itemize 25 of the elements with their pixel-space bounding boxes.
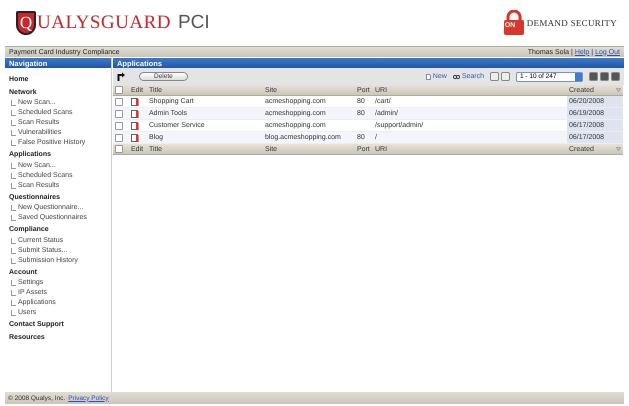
sort-icon	[616, 147, 621, 151]
logo-suffix: PCI	[178, 12, 210, 34]
row-checkbox[interactable]	[115, 98, 123, 106]
logo-shield: Q	[16, 11, 36, 35]
arrow-icon[interactable]	[117, 72, 125, 81]
previous-page-button[interactable]	[501, 72, 510, 81]
row-checkbox[interactable]	[115, 134, 123, 142]
select-all-checkbox[interactable]	[115, 86, 123, 94]
edit-document-icon[interactable]	[131, 110, 139, 118]
first-page-button[interactable]	[490, 72, 499, 81]
edit-document-icon[interactable]	[131, 134, 139, 142]
binoculars-icon	[452, 74, 460, 80]
partner-logo-text: DEMAND SECURITY	[526, 18, 617, 28]
padlock-icon	[502, 10, 525, 36]
logo-text: UALYSGUARD	[37, 12, 171, 34]
edit-document-icon[interactable]	[131, 122, 139, 130]
document-icon	[426, 74, 431, 80]
menu-button[interactable]	[611, 72, 620, 81]
edit-document-icon[interactable]	[131, 98, 139, 106]
select-all-checkbox[interactable]	[115, 145, 123, 153]
sort-icon	[616, 88, 621, 92]
row-checkbox[interactable]	[115, 122, 123, 130]
last-page-button[interactable]	[600, 72, 609, 81]
row-checkbox[interactable]	[115, 110, 123, 118]
next-page-button[interactable]	[589, 72, 598, 81]
